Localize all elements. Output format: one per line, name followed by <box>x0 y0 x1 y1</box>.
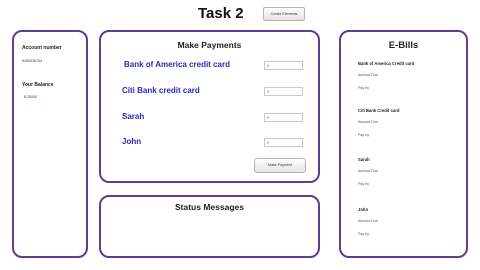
account-number-label: Account number <box>22 45 62 51</box>
task-title: Task 2 <box>198 5 244 22</box>
payment-amount-input[interactable] <box>264 113 303 122</box>
amount-due-label: Amount Due <box>358 169 378 173</box>
amount-due-label: Amount Due <box>358 120 378 124</box>
payment-amount-input[interactable] <box>264 61 303 70</box>
payee-label: Citi Bank credit card <box>122 86 200 95</box>
pay-by-label: Pay by <box>358 86 369 90</box>
account-panel: Account number 8456938764 Your Balance $… <box>12 30 88 258</box>
create-elements-button[interactable]: Create Elements <box>263 7 305 21</box>
payment-amount-input[interactable] <box>264 138 303 147</box>
make-payments-panel: Make Payments Bank of America credit car… <box>99 30 320 183</box>
payment-row-sarah: Sarah <box>101 112 318 126</box>
ebill-name: Bank of America Credit card <box>358 61 415 66</box>
ebill-name: Sarah <box>358 157 370 162</box>
make-payments-title: Make Payments <box>177 40 242 50</box>
pay-by-label: Pay by <box>358 232 369 236</box>
pay-by-label: Pay by <box>358 182 369 186</box>
ebills-title: E-Bills <box>388 40 419 51</box>
ebill-name: John <box>358 207 369 212</box>
pay-by-label: Pay by <box>358 133 369 137</box>
balance-label: Your Balance <box>22 82 54 88</box>
payment-row-citi-bank: Citi Bank credit card <box>101 86 318 100</box>
payee-label: Sarah <box>122 112 145 121</box>
payee-label: John <box>122 137 142 146</box>
balance-value: $ 25000 <box>24 95 37 99</box>
ebill-name: Citi Bank Credit card <box>358 108 400 113</box>
status-messages-panel: Status Messages <box>99 195 320 258</box>
amount-due-label: Amount Due <box>358 73 378 77</box>
payee-label: Bank of America credit card <box>124 60 230 69</box>
amount-due-label: Amount Due <box>358 219 378 223</box>
make-payment-button[interactable]: Make Payment <box>254 158 306 173</box>
payment-amount-input[interactable] <box>264 87 303 96</box>
account-number-value: 8456938764 <box>22 59 42 63</box>
payment-row-bank-of-america: Bank of America credit card <box>101 60 318 74</box>
payment-row-john: John <box>101 137 318 151</box>
status-messages-title: Status Messages <box>175 202 244 212</box>
ebills-panel: E-Bills Bank of America Credit card Amou… <box>339 30 468 258</box>
